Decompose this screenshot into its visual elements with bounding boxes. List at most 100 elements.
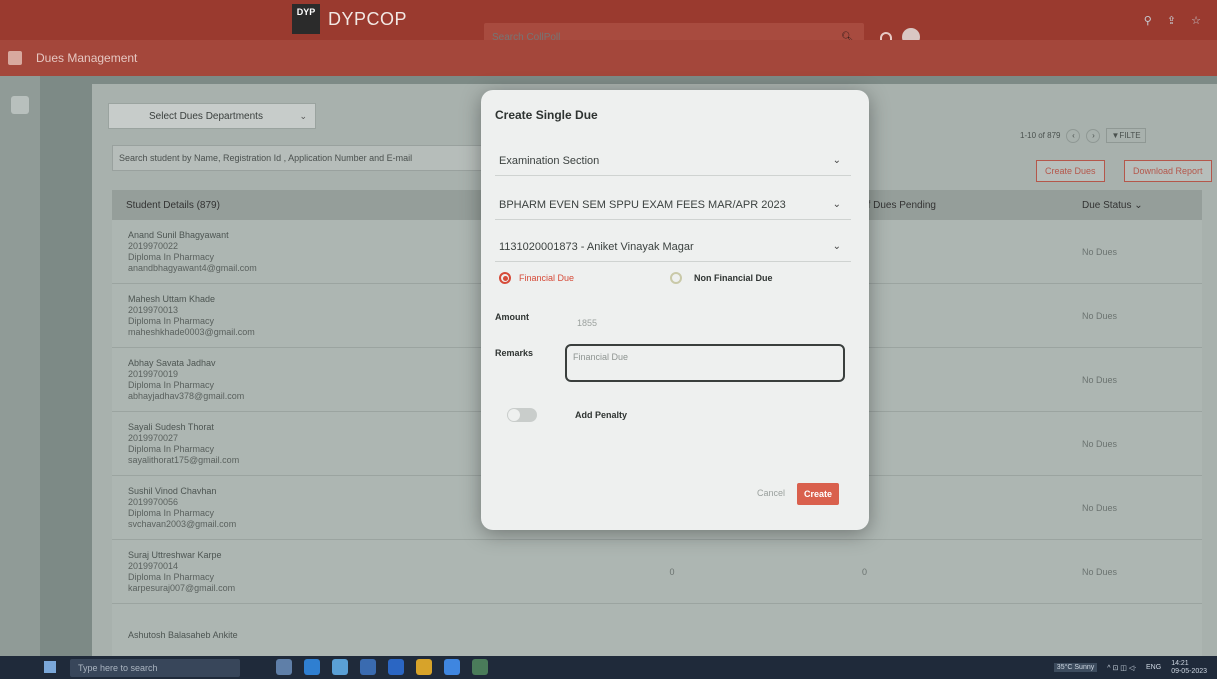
student-name[interactable]: Sayali Sudesh Thorat bbox=[128, 422, 492, 433]
student-program: Diploma In Pharmacy bbox=[128, 315, 215, 326]
student-details-cell: Sayali Sudesh Thorat 2019970027 Diploma In… bbox=[112, 422, 492, 466]
student-details-cell: Anand Sunil Bhagyawant 2019970022 Diploma … bbox=[112, 230, 492, 274]
header-due-status-label: Due Status bbox=[1082, 199, 1132, 211]
chevron-down-icon: ⌄ bbox=[832, 199, 841, 210]
student-program: Diploma In Pharmacy bbox=[128, 379, 215, 390]
remarks-textarea[interactable]: Financial Due bbox=[565, 344, 845, 382]
non-financial-due-label[interactable]: Non Financial Due bbox=[694, 273, 773, 283]
student-name[interactable]: Mahesh Uttam Khade bbox=[128, 294, 492, 305]
download-report-button[interactable]: Download Report bbox=[1124, 160, 1212, 182]
taskbar-apps bbox=[276, 659, 488, 675]
explorer-icon[interactable] bbox=[332, 659, 348, 675]
student-id: 2019970022 bbox=[128, 240, 179, 251]
modal-title: Create Single Due bbox=[495, 108, 598, 122]
brand[interactable]: DYP DYPCOP bbox=[292, 4, 407, 34]
department-dropdown-value: Examination Section bbox=[499, 154, 600, 167]
department-select[interactable]: Select Dues Departments ⌄ bbox=[108, 103, 316, 129]
store-icon[interactable] bbox=[360, 659, 376, 675]
header-student-details[interactable]: Student Details (879) bbox=[112, 200, 492, 211]
brand-name: DYPCOP bbox=[328, 8, 408, 29]
financial-due-label[interactable]: Financial Due bbox=[519, 273, 574, 283]
due-status-cell: No Dues bbox=[1082, 374, 1118, 385]
student-program: Diploma In Pharmacy bbox=[128, 251, 215, 262]
create-button[interactable]: Create bbox=[797, 483, 839, 505]
clock[interactable]: 14:21 09-05-2023 bbox=[1171, 660, 1207, 676]
student-details-cell: Abhay Savata Jadhav 2019970019 Diploma In … bbox=[112, 358, 492, 402]
student-email: svchavan2003@gmail.com bbox=[128, 518, 237, 529]
student-program: Diploma In Pharmacy bbox=[128, 443, 215, 454]
add-penalty-label: Add Penalty bbox=[575, 410, 628, 420]
dues-nav-icon[interactable] bbox=[11, 96, 29, 114]
student-id: 2019970013 bbox=[128, 304, 179, 315]
language-indicator[interactable]: ENG bbox=[1146, 664, 1161, 671]
brand-logo: DYP bbox=[292, 4, 320, 34]
remarks-value: Financial Due bbox=[573, 352, 629, 362]
student-name[interactable]: Abhay Savata Jadhav bbox=[128, 358, 492, 369]
windows-start-icon[interactable] bbox=[44, 661, 56, 673]
tray-icons[interactable]: ^ ⊡ ◫ ◁ᐧ bbox=[1107, 664, 1136, 672]
non-financial-due-radio[interactable] bbox=[670, 272, 683, 284]
app-icon[interactable] bbox=[444, 659, 460, 675]
dues-pending-cell: 0 bbox=[852, 503, 1072, 513]
module-bar: Dues Management bbox=[0, 40, 1217, 76]
header-due-status[interactable]: Due Status ⌄ bbox=[1072, 200, 1202, 211]
financial-due-radio[interactable] bbox=[499, 272, 511, 284]
fee-type-dropdown-value: BPHARM EVEN SEM SPPU EXAM FEES MAR/APR 2… bbox=[499, 198, 786, 211]
weather-widget[interactable]: 35°C Sunny bbox=[1053, 663, 1098, 672]
taskbar-search[interactable]: Type here to search bbox=[70, 659, 240, 677]
create-dues-button[interactable]: Create Dues bbox=[1036, 160, 1105, 182]
task-view-icon[interactable] bbox=[276, 659, 292, 675]
department-select-label: Select Dues Departments bbox=[149, 110, 263, 122]
next-page-button[interactable]: › bbox=[1086, 128, 1101, 143]
student-id: 2019970019 bbox=[128, 368, 179, 379]
student-id: 2019970014 bbox=[128, 560, 179, 571]
chevron-down-icon: ⌄ bbox=[832, 241, 841, 252]
os-taskbar: Type here to search 35°C Sunny ^ ⊡ ◫ ◁ᐧ … bbox=[0, 656, 1217, 679]
edge-icon[interactable] bbox=[304, 659, 320, 675]
department-dropdown[interactable]: Examination Section ⌄ bbox=[495, 146, 851, 176]
student-email: karpesuraj007@gmail.com bbox=[128, 582, 236, 593]
penalty-toggle[interactable] bbox=[507, 408, 537, 422]
student-name[interactable]: Ashutosh Balasaheb Ankite bbox=[128, 630, 492, 641]
fee-type-dropdown[interactable]: BPHARM EVEN SEM SPPU EXAM FEES MAR/APR 2… bbox=[495, 190, 851, 220]
header-dues-pending[interactable]: of Dues Pending bbox=[852, 200, 1072, 211]
student-details-cell: Ashutosh Balasaheb Ankite bbox=[112, 630, 492, 641]
due-status-cell: No Dues bbox=[1082, 438, 1118, 449]
student-program: Diploma In Pharmacy bbox=[128, 507, 215, 518]
amount-input[interactable]: 1855 bbox=[577, 318, 597, 328]
student-dropdown[interactable]: 1131020001873 - Aniket Vinayak Magar ⌄ bbox=[495, 232, 851, 262]
download-report-label: Download Report bbox=[1133, 166, 1203, 176]
pagination-text: 1-10 of 879 bbox=[1020, 131, 1061, 140]
create-button-label: Create bbox=[803, 489, 832, 499]
browser-toolbar-icons[interactable]: ⚲ ⇪ ☆ bbox=[1144, 14, 1207, 27]
cancel-button[interactable]: Cancel bbox=[757, 488, 785, 498]
dues-pending-cell: 0 bbox=[852, 375, 1072, 385]
remarks-label: Remarks bbox=[495, 348, 534, 358]
due-status-cell: No Dues bbox=[1082, 246, 1118, 257]
amount-label: Amount bbox=[495, 312, 529, 322]
student-details-cell: Sushil Vinod Chavhan 2019970056 Diploma In… bbox=[112, 486, 492, 530]
student-name[interactable]: Anand Sunil Bhagyawant bbox=[128, 230, 492, 241]
pagination: 1-10 of 879 ‹ › ▼FILTE bbox=[1020, 128, 1146, 143]
sort-chevron-icon: ⌄ bbox=[1134, 199, 1143, 211]
clock-time: 14:21 bbox=[1171, 659, 1189, 667]
module-icon bbox=[8, 51, 22, 65]
prev-page-button[interactable]: ‹ bbox=[1066, 128, 1081, 143]
chevron-down-icon: ⌄ bbox=[299, 110, 307, 121]
student-details-cell: Suraj Uttreshwar Karpe 2019970014 Diploma … bbox=[112, 550, 492, 594]
student-email: sayalithorat175@gmail.com bbox=[128, 454, 240, 465]
filter-button[interactable]: ▼FILTE bbox=[1106, 128, 1146, 143]
student-name[interactable]: Sushil Vinod Chavhan bbox=[128, 486, 492, 497]
mail-icon[interactable] bbox=[388, 659, 404, 675]
student-search-input[interactable]: Search student by Name, Registration Id … bbox=[112, 145, 490, 171]
student-program: Diploma In Pharmacy bbox=[128, 571, 215, 582]
student-details-cell: Mahesh Uttam Khade 2019970013 Diploma In P… bbox=[112, 294, 492, 338]
dues-pending-cell: 0 bbox=[862, 566, 868, 577]
table-row[interactable]: Suraj Uttreshwar Karpe 2019970014 Diploma … bbox=[112, 540, 1202, 604]
student-name[interactable]: Suraj Uttreshwar Karpe bbox=[128, 550, 492, 561]
due-status-cell: No Dues bbox=[1082, 502, 1118, 513]
create-single-due-modal: Create Single Due Examination Section ⌄ … bbox=[481, 90, 869, 530]
chrome-icon[interactable] bbox=[416, 659, 432, 675]
app-icon-2[interactable] bbox=[472, 659, 488, 675]
mid-count-cell: 0 bbox=[669, 566, 675, 577]
